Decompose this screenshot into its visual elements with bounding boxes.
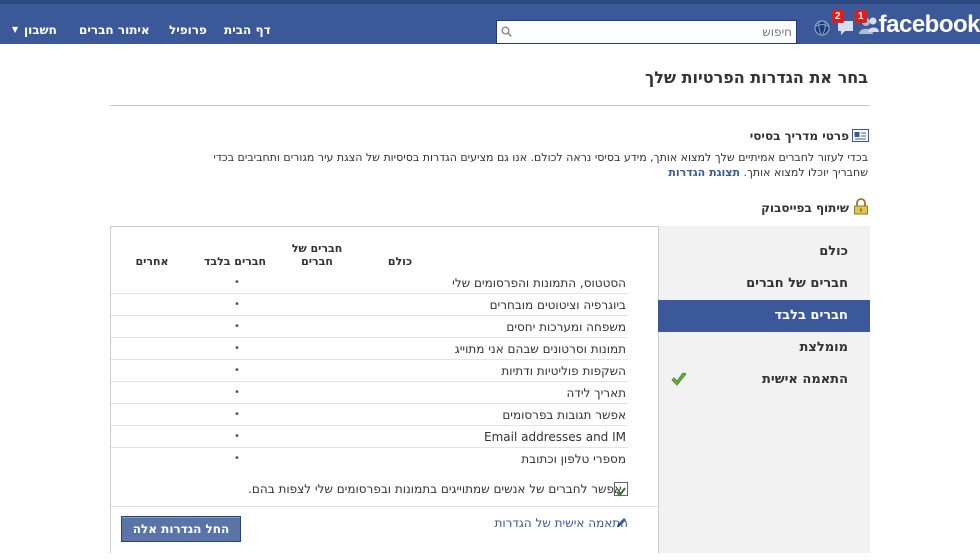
option-custom[interactable]: התאמה אישית <box>658 364 870 396</box>
pencil-icon[interactable] <box>615 516 628 529</box>
nav-find-friends[interactable]: איתור חברים <box>79 23 150 37</box>
sharing-title: שיתוף בפייסבוק <box>761 201 849 215</box>
row-label: משפחה ומערכות יחסים <box>506 320 626 334</box>
facebook-logo[interactable]: facebook <box>879 11 980 39</box>
column-friends-only: חברים בלבד <box>203 255 267 268</box>
nav-profile[interactable]: פרופיל <box>169 23 207 37</box>
row-label: ביוגרפיה וציטוטים מובחרים <box>489 298 626 312</box>
friends-only-dot: • <box>234 365 240 376</box>
table-row: Email addresses and IM • <box>111 426 628 448</box>
table-row: תאריך לידה • <box>111 382 628 404</box>
basic-info-title: פרטי מדריך בסיסי <box>749 129 849 143</box>
customize-settings-link[interactable]: התאמה אישית של הגדרות <box>494 516 628 530</box>
friends-only-dot: • <box>234 431 240 442</box>
privacy-options-panel: כולם חברים של חברים חברים בלבד מומלצת הת… <box>658 226 870 553</box>
title-divider <box>110 105 870 106</box>
directory-card-icon <box>852 129 869 142</box>
table-row: תמונות וסרטונים שבהם אני מתוייג • <box>111 338 628 360</box>
row-label: הסטטוס, התמונות והפרסומים שלי <box>452 276 626 290</box>
apply-settings-button[interactable]: החל הגדרות אלה <box>121 516 241 542</box>
row-label: מספרי טלפון וכתובת <box>521 452 626 466</box>
lock-icon <box>854 198 868 215</box>
friends-only-dot: • <box>234 321 240 332</box>
table-row: הסטטוס, התמונות והפרסומים שלי • <box>111 272 628 294</box>
table-row: משפחה ומערכות יחסים • <box>111 316 628 338</box>
column-everyone: כולם <box>387 255 413 268</box>
option-friends-only[interactable]: חברים בלבד <box>658 300 870 332</box>
friends-only-dot: • <box>234 409 240 420</box>
row-label: אפשר תגובות בפרסומים <box>502 408 626 422</box>
option-friends-of-friends[interactable]: חברים של חברים <box>658 268 870 300</box>
search-box[interactable] <box>496 20 797 44</box>
basic-info-text: בכדי לעזור לחברים אמיתיים שלך למצוא אותך… <box>213 151 868 179</box>
search-icon[interactable] <box>501 26 512 37</box>
preview-settings-link[interactable]: תצוגת הגדרות <box>668 166 740 179</box>
column-other: אחרים <box>135 255 169 268</box>
friends-only-dot: • <box>234 343 240 354</box>
column-friends-of-friends: חברים של חברים <box>291 242 343 268</box>
table-row: אפשר תגובות בפרסומים • <box>111 404 628 426</box>
friend-requests-icon[interactable]: 1 <box>855 10 880 36</box>
basic-info-description: בכדי לעזור לחברים אמיתיים שלך למצוא אותך… <box>208 150 868 180</box>
messages-icon[interactable]: 2 <box>832 10 857 36</box>
friends-only-dot: • <box>234 277 240 288</box>
row-label: תאריך לידה <box>566 386 626 400</box>
friends-only-dot: • <box>234 387 240 398</box>
table-row: השקפות פוליטיות ודתיות • <box>111 360 628 382</box>
notifications-globe-icon[interactable] <box>812 12 834 36</box>
tag-permission-label: אפשר לחברים של אנשים שמתוייגים בתמונות ו… <box>248 482 622 496</box>
checkmark-icon <box>671 372 687 386</box>
option-everyone[interactable]: כולם <box>658 236 870 268</box>
friends-only-dot: • <box>234 453 240 464</box>
nav-account[interactable]: חשבון <box>24 23 57 37</box>
row-label: תמונות וסרטונים שבהם אני מתוייג <box>454 342 626 356</box>
nav-home[interactable]: דף הבית <box>224 23 271 37</box>
table-row: מספרי טלפון וכתובת • <box>111 448 628 470</box>
row-label: השקפות פוליטיות ודתיות <box>501 364 626 378</box>
page-title: בחר את הגדרות הפרטיות שלך <box>644 68 868 87</box>
account-dropdown-icon[interactable]: ▼ <box>12 25 18 34</box>
option-recommended[interactable]: מומלצת <box>658 332 870 364</box>
friends-only-dot: • <box>234 299 240 310</box>
search-input[interactable] <box>517 22 792 42</box>
row-label: Email addresses and IM <box>484 430 626 444</box>
table-row: ביוגרפיה וציטוטים מובחרים • <box>111 294 628 316</box>
top-bar: facebook 1 2 דף הבית פרופיל איתור חברים … <box>0 0 980 44</box>
footer-divider <box>111 506 658 507</box>
